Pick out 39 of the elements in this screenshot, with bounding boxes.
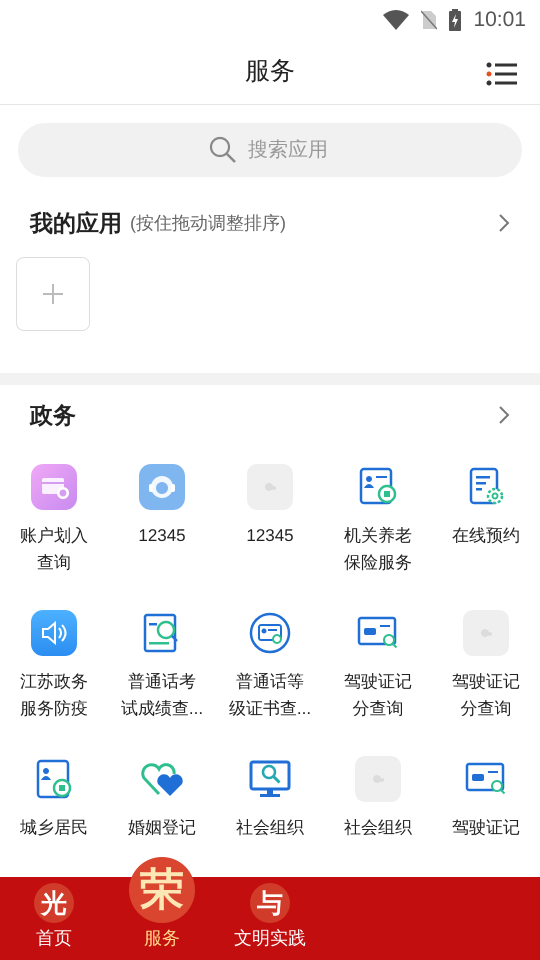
app-label: 12345 [246, 525, 294, 547]
section-title: 我的应用 [30, 208, 122, 238]
app-label: 城乡居民 [20, 817, 88, 839]
app-label: 江苏政务 服务防疫 [20, 671, 88, 720]
section-title: 政务 [30, 400, 76, 430]
app-label: 驾驶证记 [452, 817, 520, 839]
no-sim-icon [421, 10, 438, 30]
chevron-right-icon[interactable] [498, 405, 510, 425]
app-label: 社会组织 [236, 817, 304, 839]
badge-search-icon [247, 610, 293, 656]
status-time: 10:01 [473, 7, 526, 34]
tab-item[interactable]: 光 首页 [0, 877, 108, 960]
search-icon [209, 136, 237, 164]
app-label: 机关养老 保险服务 [344, 525, 412, 574]
tab-item[interactable]: 与 文明实践 [216, 877, 324, 960]
placeholder-app-icon [355, 756, 401, 802]
app-label: 12345 [138, 525, 186, 547]
card-app-icon [31, 464, 77, 510]
page-title: 服务 [245, 56, 295, 88]
search-field[interactable]: 搜索应用 [18, 123, 522, 177]
wifi-icon [383, 10, 410, 30]
tab-emblem-icon: 荣 [129, 857, 195, 923]
section-hint: (按住拖动调整排序) [130, 212, 286, 235]
app-label: 普通话等 级证书查... [228, 671, 312, 720]
app-label: 驾驶证记 分查询 [452, 671, 520, 720]
plus-icon [42, 283, 64, 305]
battery-charging-icon [449, 9, 462, 31]
app-label: 账户划入 查询 [20, 525, 88, 574]
list-menu-button[interactable] [486, 62, 518, 86]
app-label: 驾驶证记 分查询 [344, 671, 412, 720]
placeholder-app-icon [463, 610, 509, 656]
placeholder-app-icon [247, 464, 293, 510]
chevron-right-icon[interactable] [498, 213, 510, 233]
tab-item[interactable]: 荣 服务 [108, 843, 216, 960]
speaker-app-icon [31, 610, 77, 656]
app-label: 社会组织 [344, 817, 412, 839]
app-label: 在线预约 [452, 525, 520, 547]
app-label: 婚姻登记 [128, 817, 196, 839]
app-label: 普通话考 试成绩查... [120, 671, 204, 720]
